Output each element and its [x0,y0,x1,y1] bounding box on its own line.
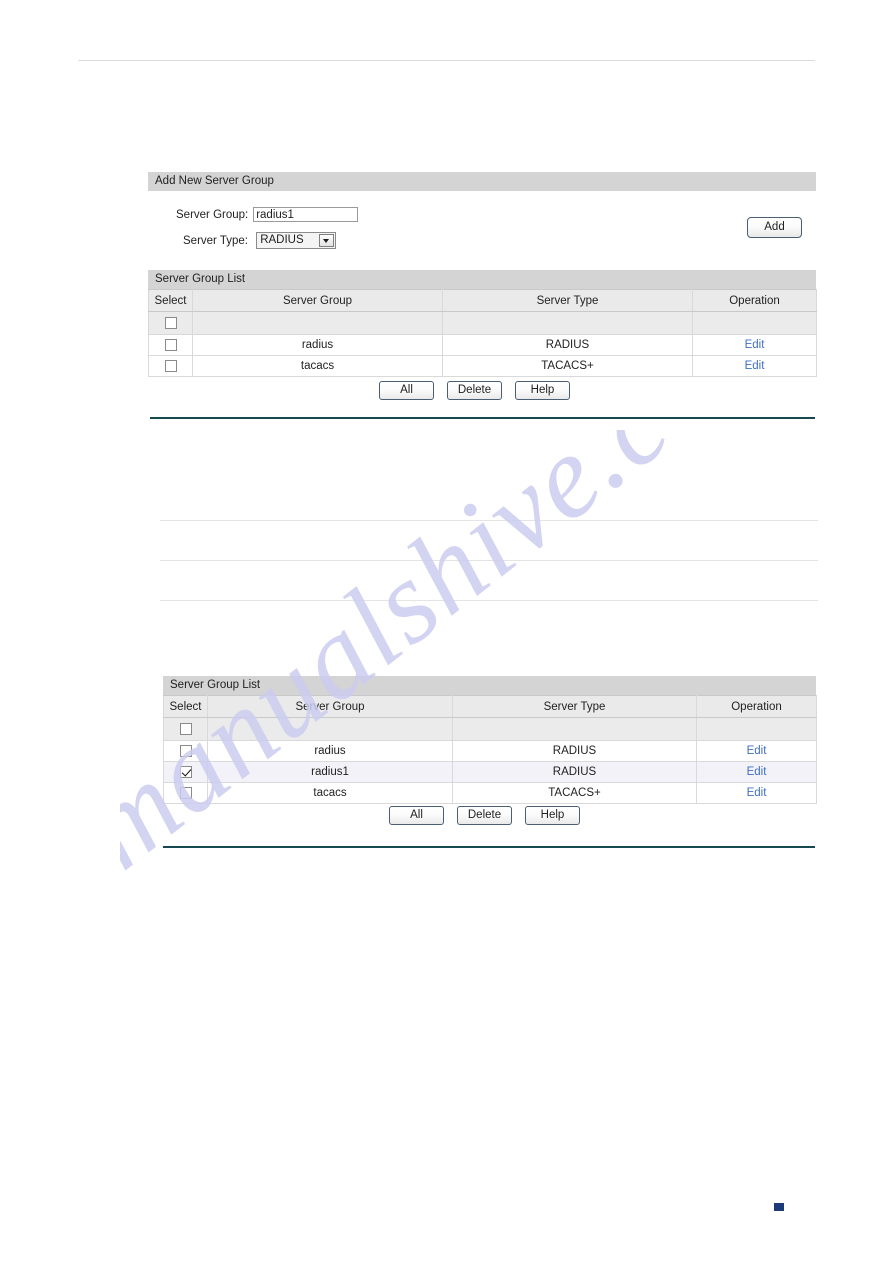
cell-operation: Edit [692,355,817,377]
server-type-form-row: Server Type: RADIUS [176,232,337,249]
edit-link[interactable]: Edit [747,745,767,757]
watermark-text: manualshive.com [120,430,810,894]
cell-server-type: TACACS+ [452,782,697,804]
table-header-row: Select Server Group Server Type Operatio… [148,289,817,312]
blank-cell-server-group [192,311,443,335]
add-new-server-group-header: Add New Server Group [148,172,816,191]
row-select-cell[interactable] [163,740,208,762]
column-header-server-type: Server Type [452,695,697,718]
server-group-label: Server Group: [176,208,249,221]
checkbox-row[interactable] [179,744,192,757]
blank-cell-server-type [442,311,693,335]
table-row: radius1 RADIUS Edit [163,761,817,783]
row-select-cell[interactable] [148,355,193,377]
table-row: tacacs TACACS+ Edit [148,355,817,377]
cell-server-type: RADIUS [452,740,697,762]
row-select-cell[interactable] [163,782,208,804]
edit-link[interactable]: Edit [747,787,767,799]
column-header-operation: Operation [696,695,817,718]
table-row: radius RADIUS Edit [148,334,817,356]
cell-server-group: radius1 [207,761,453,783]
cell-server-group: tacacs [192,355,443,377]
all-button[interactable]: All [389,806,444,825]
column-header-operation: Operation [692,289,817,312]
column-header-server-group: Server Group [207,695,453,718]
table-row-select-all [148,311,817,335]
delete-button[interactable]: Delete [447,381,502,400]
row-select-cell[interactable] [148,334,193,356]
cell-operation: Edit [696,761,817,783]
table-row: tacacs TACACS+ Edit [163,782,817,804]
table-actions-bottom: All Delete Help [389,806,580,825]
cell-operation: Edit [696,740,817,762]
server-group-form-row: Server Group: [176,207,359,222]
help-button[interactable]: Help [515,381,570,400]
checkbox-row[interactable] [164,338,177,351]
all-button[interactable]: All [379,381,434,400]
checkbox-row[interactable] [179,786,192,799]
column-header-server-group: Server Group [192,289,443,312]
help-button[interactable]: Help [525,806,580,825]
select-all-cell[interactable] [163,717,208,741]
select-all-cell[interactable] [148,311,193,335]
checkbox-select-all[interactable] [179,722,192,735]
table-actions-top: All Delete Help [379,381,570,400]
header-divider [78,60,815,61]
delete-button[interactable]: Delete [457,806,512,825]
edit-link[interactable]: Edit [747,766,767,778]
blank-cell-operation [696,717,817,741]
empty-rule-3 [160,600,818,601]
table-header-row: Select Server Group Server Type Operatio… [163,695,817,718]
page-corner-marker [774,1203,784,1211]
cell-server-type: RADIUS [452,761,697,783]
blank-cell-server-type [452,717,697,741]
add-button[interactable]: Add [747,217,802,238]
row-select-cell[interactable] [163,761,208,783]
empty-rule-1 [160,520,818,521]
table-row-select-all [163,717,817,741]
page-root: manualshive.com Add New Server Group Ser… [0,0,893,1263]
server-type-selected-value: RADIUS [260,234,304,246]
cell-server-group: tacacs [207,782,453,804]
cell-operation: Edit [692,334,817,356]
column-header-select: Select [163,695,208,718]
checkbox-row[interactable] [179,765,192,778]
server-type-label: Server Type: [183,234,248,247]
empty-rule-2 [160,560,818,561]
section-divider-bottom [163,846,815,848]
server-group-list-header-bottom: Server Group List [163,676,816,695]
cell-operation: Edit [696,782,817,804]
column-header-select: Select [148,289,193,312]
cell-server-type: RADIUS [442,334,693,356]
cell-server-group: radius [207,740,453,762]
server-group-table-top: Select Server Group Server Type Operatio… [148,289,817,377]
table-row: radius RADIUS Edit [163,740,817,762]
cell-server-group: radius [192,334,443,356]
section-divider-top [150,417,815,419]
edit-link[interactable]: Edit [745,360,765,372]
server-group-table-bottom: Select Server Group Server Type Operatio… [163,695,817,804]
blank-cell-server-group [207,717,453,741]
blank-cell-operation [692,311,817,335]
checkbox-select-all[interactable] [164,316,177,329]
server-group-list-header-top: Server Group List [148,270,816,289]
server-group-input[interactable] [253,207,359,222]
checkbox-row[interactable] [164,359,177,372]
cell-server-type: TACACS+ [442,355,693,377]
chevron-down-icon[interactable] [319,234,335,247]
edit-link[interactable]: Edit [745,339,765,351]
column-header-server-type: Server Type [442,289,693,312]
server-type-select[interactable]: RADIUS [256,232,337,249]
